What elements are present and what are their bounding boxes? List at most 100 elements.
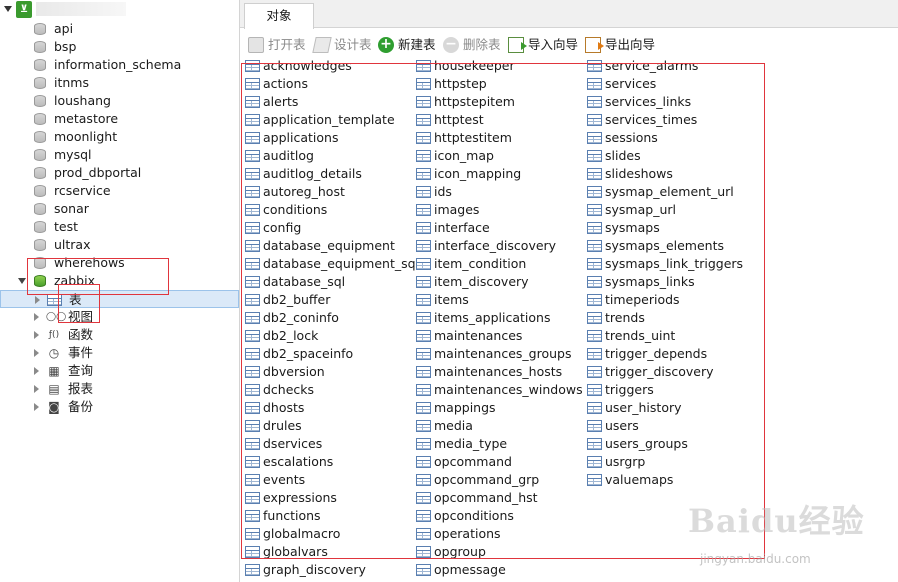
database-item[interactable]: ultrax [0,236,239,254]
table-item[interactable]: dchecks [242,381,417,399]
database-item[interactable]: api [0,20,239,38]
table-item[interactable]: applications [242,129,417,147]
table-item[interactable]: opconditions [413,507,588,525]
database-item[interactable]: loushang [0,92,239,110]
table-item[interactable]: trends_uint [584,327,759,345]
table-item[interactable]: db2_spaceinfo [242,345,417,363]
table-item[interactable]: trends [584,309,759,327]
table-item[interactable]: sysmap_element_url [584,183,759,201]
tree-node-report[interactable]: ▤ 报表 [0,380,239,398]
table-item[interactable]: opcommand_grp [413,471,588,489]
table-item[interactable]: autoreg_host [242,183,417,201]
table-item[interactable]: sysmaps_links [584,273,759,291]
expand-arrow-icon[interactable] [34,403,39,411]
table-item[interactable]: drules [242,417,417,435]
table-item[interactable]: items_applications [413,309,588,327]
table-item[interactable]: expressions [242,489,417,507]
table-item[interactable]: user_history [584,399,759,417]
tree-node-table[interactable]: 表 [0,290,239,308]
tree-node-backup[interactable]: ◙ 备份 [0,398,239,416]
table-item[interactable]: conditions [242,201,417,219]
table-item[interactable]: httpstepitem [413,93,588,111]
database-item[interactable]: test [0,218,239,236]
tree-node-view[interactable]: ◯◯ 视图 [0,308,239,326]
table-item[interactable]: escalations [242,453,417,471]
expand-arrow-icon[interactable] [34,349,39,357]
table-item[interactable]: opgroup [413,543,588,561]
table-item[interactable]: services_times [584,111,759,129]
table-item[interactable]: auditlog [242,147,417,165]
table-item[interactable]: media [413,417,588,435]
table-item[interactable]: auditlog_details [242,165,417,183]
database-item[interactable]: bsp [0,38,239,56]
table-item[interactable]: db2_coninfo [242,309,417,327]
table-item[interactable]: mappings [413,399,588,417]
table-item[interactable]: maintenances [413,327,588,345]
table-item[interactable]: interface_discovery [413,237,588,255]
table-item[interactable]: httpstep [413,75,588,93]
table-item[interactable]: maintenances_groups [413,345,588,363]
database-item[interactable]: moonlight [0,128,239,146]
table-item[interactable]: actions [242,75,417,93]
table-item[interactable]: housekeeper [413,57,588,75]
table-item[interactable]: globalvars [242,543,417,561]
database-item[interactable]: prod_dbportal [0,164,239,182]
table-item[interactable]: users_groups [584,435,759,453]
table-item[interactable]: functions [242,507,417,525]
table-item[interactable]: media_type [413,435,588,453]
table-item[interactable]: config [242,219,417,237]
expand-arrow-icon[interactable] [34,331,39,339]
table-item[interactable]: sessions [584,129,759,147]
expand-arrow-icon[interactable] [35,296,40,304]
table-item[interactable]: service_alarms [584,57,759,75]
table-item[interactable]: database_equipment [242,237,417,255]
table-item[interactable]: timeperiods [584,291,759,309]
table-item[interactable]: dbversion [242,363,417,381]
collapse-caret-icon[interactable] [4,6,12,12]
table-item[interactable]: ids [413,183,588,201]
database-item[interactable]: zabbix [0,272,239,290]
table-item[interactable]: db2_buffer [242,291,417,309]
table-item[interactable]: triggers [584,381,759,399]
database-item[interactable]: rcservice [0,182,239,200]
table-item[interactable]: trigger_depends [584,345,759,363]
table-item[interactable]: icon_mapping [413,165,588,183]
table-item[interactable]: items [413,291,588,309]
table-item[interactable]: images [413,201,588,219]
table-item[interactable]: dhosts [242,399,417,417]
table-item[interactable]: application_template [242,111,417,129]
table-item[interactable]: globalmacro [242,525,417,543]
expand-arrow-icon[interactable] [34,313,39,321]
table-item[interactable]: sysmaps_link_triggers [584,255,759,273]
table-item[interactable]: services [584,75,759,93]
database-item[interactable]: metastore [0,110,239,128]
table-item[interactable]: usrgrp [584,453,759,471]
collapse-caret-icon[interactable] [18,278,26,284]
expand-arrow-icon[interactable] [34,385,39,393]
table-item[interactable]: services_links [584,93,759,111]
tab-objects[interactable]: 对象 [244,3,314,29]
table-item[interactable]: dservices [242,435,417,453]
tree-node-query[interactable]: ▦ 查询 [0,362,239,380]
table-item[interactable]: database_equipment_sql [242,255,419,273]
table-item[interactable]: sysmap_url [584,201,759,219]
table-item[interactable]: slideshows [584,165,759,183]
table-item[interactable]: httptest [413,111,588,129]
tree-node-event[interactable]: ◷ 事件 [0,344,239,362]
table-item[interactable]: trigger_discovery [584,363,759,381]
table-item[interactable]: icon_map [413,147,588,165]
table-item[interactable]: alerts [242,93,417,111]
table-item[interactable]: opmessage [413,561,588,579]
table-item[interactable]: events [242,471,417,489]
table-item[interactable]: maintenances_windows [413,381,588,399]
table-item[interactable]: opcommand_hst [413,489,588,507]
expand-arrow-icon[interactable] [34,367,39,375]
table-item[interactable]: operations [413,525,588,543]
table-item[interactable]: valuemaps [584,471,759,489]
table-item[interactable]: db2_lock [242,327,417,345]
database-item[interactable]: itnms [0,74,239,92]
table-item[interactable]: database_sql [242,273,417,291]
table-item[interactable]: httptestitem [413,129,588,147]
table-item[interactable]: sysmaps [584,219,759,237]
table-item[interactable]: users [584,417,759,435]
